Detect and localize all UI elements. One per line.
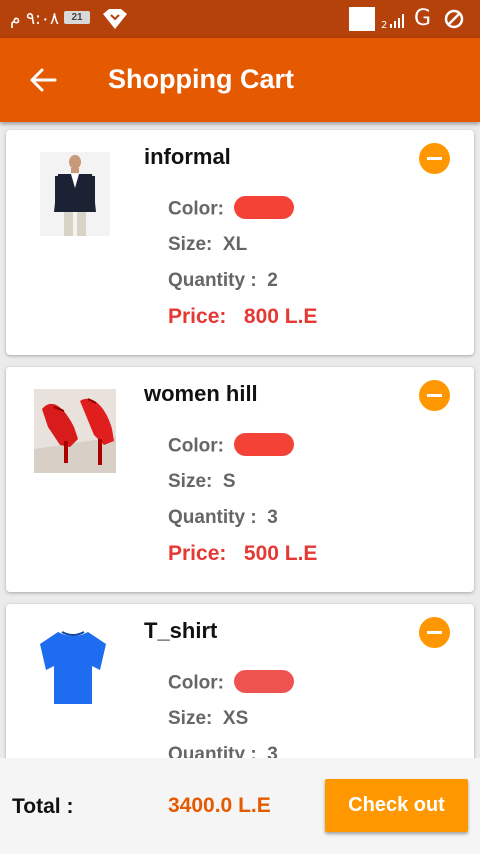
status-bar: ٩:٠٨ م 21 2 G <box>0 0 480 38</box>
quantity-row: Quantity : 3 <box>168 744 278 758</box>
blocked-icon <box>444 9 464 29</box>
arrow-left-icon[interactable] <box>28 66 58 94</box>
product-image <box>36 626 110 706</box>
status-time: ٩:٠٨ م <box>10 9 60 29</box>
remove-item-button[interactable] <box>419 617 450 648</box>
color-label: Color: <box>168 198 224 220</box>
size-label: Size: <box>168 234 213 255</box>
total-label: Total : <box>12 795 74 818</box>
size-row: Size: S <box>168 471 236 493</box>
price-label: Price: <box>168 305 227 328</box>
color-label: Color: <box>168 672 224 694</box>
price-label: Price: <box>168 542 227 565</box>
quantity-label: Quantity : <box>168 744 257 758</box>
total-value: 3400.0 L.E <box>168 794 271 817</box>
price-row: Price: 800 L.E <box>168 305 317 329</box>
quantity-row: Quantity : 3 <box>168 507 278 529</box>
checkout-button[interactable]: Check out <box>325 779 468 832</box>
app-bar: Shopping Cart <box>0 38 480 122</box>
cart-footer: Total : 3400.0 L.E Check out <box>0 758 480 854</box>
remove-item-button[interactable] <box>419 380 450 411</box>
color-row: Color: <box>168 433 294 458</box>
size-row: Size: XL <box>168 234 247 256</box>
size-label: Size: <box>168 708 213 729</box>
quantity-value: 3 <box>267 744 278 758</box>
cart-list[interactable]: informal Color: Size: XL Quantity : 2 Pr… <box>0 122 480 758</box>
quantity-label: Quantity : <box>168 270 257 291</box>
price-value: 800 L.E <box>243 305 318 328</box>
cart-item: women hill Color: Size: S Quantity : 3 P… <box>6 367 474 592</box>
quantity-value: 2 <box>267 270 278 291</box>
notification-icon <box>349 7 375 31</box>
data-transfer-icon <box>103 9 127 29</box>
size-value: XL <box>222 234 248 255</box>
product-name: informal <box>144 144 231 169</box>
price-row: Price: 500 L.E <box>168 542 317 566</box>
product-image <box>34 389 116 473</box>
signal-label: 2 <box>381 20 387 30</box>
color-swatch <box>233 670 294 693</box>
color-swatch <box>233 196 294 219</box>
cart-item: informal Color: Size: XL Quantity : 2 Pr… <box>6 130 474 355</box>
battery-icon: 21 <box>64 11 90 24</box>
product-name: women hill <box>144 381 258 406</box>
product-image <box>40 152 110 236</box>
size-value: S <box>222 471 236 492</box>
network-type: G <box>414 6 432 31</box>
color-row: Color: <box>168 196 294 221</box>
remove-item-button[interactable] <box>419 143 450 174</box>
quantity-label: Quantity : <box>168 507 257 528</box>
price-value: 500 L.E <box>243 542 318 565</box>
size-row: Size: XS <box>168 708 248 730</box>
color-swatch <box>233 433 294 456</box>
cart-item: T_shirt Color: Size: XS Quantity : 3 <box>6 604 474 758</box>
color-row: Color: <box>168 670 294 695</box>
size-value: XS <box>222 708 249 729</box>
size-label: Size: <box>168 471 213 492</box>
quantity-row: Quantity : 2 <box>168 270 278 292</box>
signal-icon: 2 <box>381 14 404 30</box>
product-name: T_shirt <box>144 618 218 643</box>
color-label: Color: <box>168 435 224 457</box>
page-title: Shopping Cart <box>108 64 294 94</box>
quantity-value: 3 <box>267 507 278 528</box>
